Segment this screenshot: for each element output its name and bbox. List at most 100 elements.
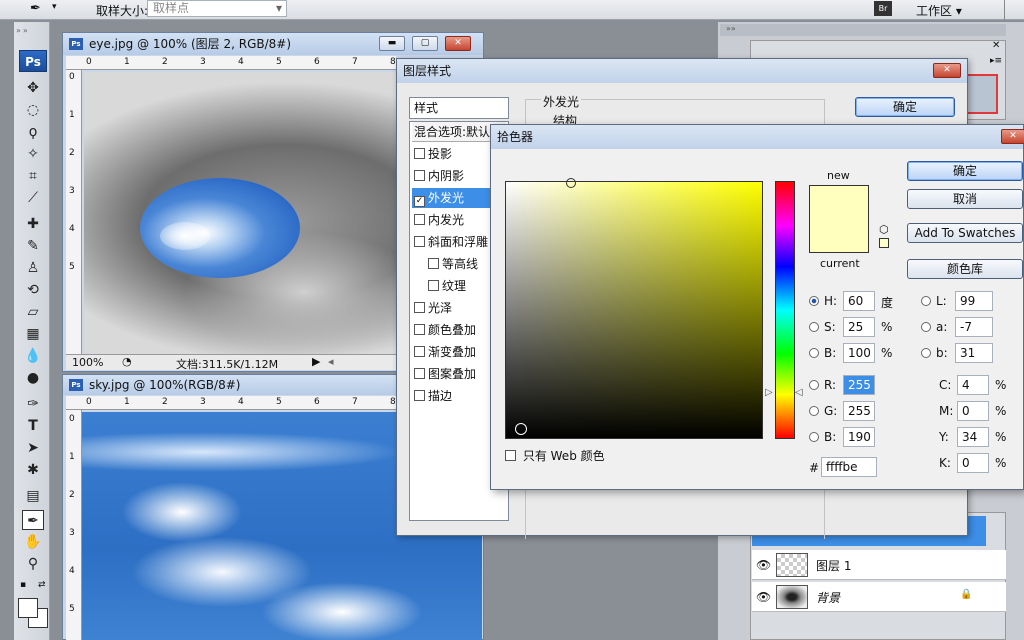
web-only-checkbox[interactable]	[505, 450, 516, 461]
web-only-row[interactable]: 只有 Web 颜色	[505, 447, 605, 464]
marquee-tool-icon[interactable]: ◌	[22, 100, 44, 120]
style-checkbox[interactable]: ✓	[414, 196, 425, 207]
status-menu-icon[interactable]: ◔	[122, 355, 132, 368]
rgb-radio[interactable]	[809, 432, 819, 442]
close-button[interactable]: ✕	[933, 63, 961, 78]
web-safe-color-swatch[interactable]	[879, 238, 889, 248]
pen-tool-icon[interactable]: ✑	[22, 394, 44, 414]
cmyk-field-input[interactable]: 0	[957, 453, 989, 473]
eye-icon[interactable]: 👁	[756, 558, 771, 572]
gradient-tool-icon[interactable]: ▦	[22, 324, 44, 344]
zoom-level[interactable]: 100%	[72, 356, 103, 369]
cmyk-field-input[interactable]: 34	[957, 427, 989, 447]
hex-input[interactable]: ffffbe	[821, 457, 877, 477]
color-libraries-button[interactable]: 颜色库	[907, 259, 1023, 279]
clone-stamp-tool-icon[interactable]: ♙	[22, 258, 44, 278]
eyedropper-tool-icon-active[interactable]: ✒	[22, 510, 44, 530]
minimize-button[interactable]: ▬	[379, 36, 405, 51]
cmyk-field-input[interactable]: 4	[957, 375, 989, 395]
blur-tool-icon[interactable]: 💧	[22, 346, 44, 366]
style-checkbox[interactable]	[414, 170, 425, 181]
layer-style-ok-button[interactable]: 确定	[855, 97, 955, 117]
lab-field-input[interactable]: -7	[955, 317, 993, 337]
sample-size-select[interactable]: 取样点 ▾	[147, 0, 287, 17]
current-color-swatch[interactable]	[809, 219, 869, 253]
style-checkbox[interactable]	[414, 214, 425, 225]
path-selection-tool-icon[interactable]: ➤	[22, 438, 44, 458]
maximize-button[interactable]: ▢	[412, 36, 438, 51]
lab-radio[interactable]	[921, 348, 931, 358]
lab-radio[interactable]	[921, 296, 931, 306]
slice-tool-icon[interactable]: ⟋	[22, 188, 44, 208]
hsb-radio[interactable]	[809, 296, 819, 306]
type-tool-icon[interactable]: T	[22, 416, 44, 436]
rgb-field-input[interactable]: 190	[843, 427, 875, 447]
style-checkbox[interactable]	[414, 390, 425, 401]
rgb-field-input[interactable]: 255	[843, 401, 875, 421]
rgb-field-input[interactable]: 255	[843, 375, 875, 395]
lab-field-input[interactable]: 99	[955, 291, 993, 311]
cmyk-field-input[interactable]: 0	[957, 401, 989, 421]
panel-collapse-bar[interactable]: »»	[720, 24, 1006, 36]
style-checkbox[interactable]	[428, 280, 439, 291]
close-button[interactable]: ✕	[445, 36, 471, 51]
out-of-gamut-cube-icon[interactable]: ⬡	[879, 223, 889, 236]
add-to-swatches-button[interactable]: Add To Swatches	[907, 223, 1023, 243]
rgb-radio[interactable]	[809, 380, 819, 390]
eraser-tool-icon[interactable]: ▱	[22, 302, 44, 322]
hue-slider-right-arrow-icon[interactable]: ◁	[795, 387, 803, 398]
panel-menu-icon[interactable]: ▸≡	[990, 56, 1002, 66]
lab-field-input[interactable]: 31	[955, 343, 993, 363]
style-checkbox[interactable]	[414, 368, 425, 379]
color-field[interactable]	[505, 181, 763, 439]
hsb-field-input[interactable]: 100	[843, 343, 875, 363]
status-arrow-icon[interactable]: ▶	[312, 355, 320, 368]
magic-wand-tool-icon[interactable]: ✧	[22, 144, 44, 164]
hand-tool-icon[interactable]: ✋	[22, 532, 44, 552]
style-checkbox[interactable]	[414, 324, 425, 335]
history-brush-tool-icon[interactable]: ⟲	[22, 280, 44, 300]
eye-document-titlebar[interactable]: Ps eye.jpg @ 100% (图层 2, RGB/8#) ▬ ▢ ✕	[63, 33, 483, 55]
close-button[interactable]: ✕	[1001, 129, 1024, 144]
eyedropper-tool-icon[interactable]: ✒	[30, 1, 41, 16]
style-checkbox[interactable]	[428, 258, 439, 269]
color-field-marker[interactable]	[566, 178, 576, 188]
scroll-left-icon[interactable]: ◂	[328, 355, 334, 368]
tools-grip[interactable]: »»	[16, 26, 46, 35]
workspace-menu[interactable]: 工作区 ▾	[916, 2, 962, 19]
color-picker-cancel-button[interactable]: 取消	[907, 189, 1023, 209]
zoom-tool-icon[interactable]: ⚲	[22, 554, 44, 574]
move-tool-icon[interactable]: ✥	[22, 78, 44, 98]
hue-slider-left-arrow-icon[interactable]: ▷	[765, 387, 773, 398]
rgb-radio[interactable]	[809, 406, 819, 416]
crop-tool-icon[interactable]: ⌗	[22, 166, 44, 186]
foreground-color-swatch[interactable]	[18, 598, 38, 618]
healing-brush-tool-icon[interactable]: ✚	[22, 214, 44, 234]
style-checkbox[interactable]	[414, 148, 425, 159]
style-checkbox[interactable]	[414, 236, 425, 247]
layer-row[interactable]: 👁 图层 1	[752, 550, 1006, 580]
default-colors-icon[interactable]: ▪	[20, 580, 26, 590]
style-checkbox[interactable]	[414, 302, 425, 313]
shape-tool-icon[interactable]: ✱	[22, 460, 44, 480]
tool-preset-dropdown-icon[interactable]: ▾	[52, 2, 57, 12]
hsb-radio[interactable]	[809, 348, 819, 358]
hsb-field-input[interactable]: 60	[843, 291, 875, 311]
layer-style-titlebar[interactable]: 图层样式 ✕	[397, 59, 967, 83]
lab-radio[interactable]	[921, 322, 931, 332]
dodge-tool-icon[interactable]: ●	[22, 368, 44, 388]
hsb-radio[interactable]	[809, 322, 819, 332]
color-picker-ok-button[interactable]: 确定	[907, 161, 1023, 181]
hsb-field-input[interactable]: 25	[843, 317, 875, 337]
lasso-tool-icon[interactable]: ϙ	[22, 122, 44, 142]
swap-colors-icon[interactable]: ⇄	[38, 580, 46, 590]
bridge-icon[interactable]: Br	[874, 1, 892, 16]
eye-icon[interactable]: 👁	[756, 590, 771, 604]
layer-row[interactable]: 👁 背景 🔒	[752, 582, 1006, 612]
panel-close-icon[interactable]: ✕	[992, 40, 1000, 51]
notes-tool-icon[interactable]: ▤	[22, 486, 44, 506]
brush-tool-icon[interactable]: ✎	[22, 236, 44, 256]
hue-slider[interactable]	[775, 181, 795, 439]
style-checkbox[interactable]	[414, 346, 425, 357]
color-picker-titlebar[interactable]: 拾色器 ✕	[491, 125, 1024, 149]
